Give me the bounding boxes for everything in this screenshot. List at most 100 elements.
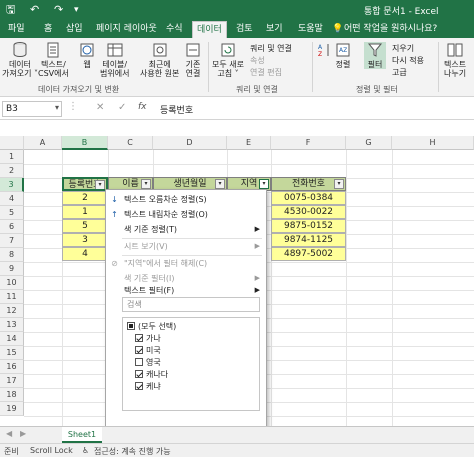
scroll-left-icon[interactable]: ◀	[6, 429, 12, 438]
properties-button[interactable]: 속성	[250, 56, 265, 66]
header-cell-registration-no[interactable]: 등록번호 ▾	[62, 177, 108, 191]
status-accessibility[interactable]: 접근성: 계속 진행 가능	[94, 446, 171, 457]
column-header-g[interactable]: G	[346, 136, 392, 150]
column-header-e[interactable]: E	[227, 136, 271, 150]
sheet-view-item[interactable]: 시트 보기(V) ▶	[106, 239, 266, 254]
data-cell[interactable]: 4	[62, 247, 108, 261]
value-checkbox-canada[interactable]: 캐나다	[135, 369, 168, 380]
reapply-button[interactable]: 다시 적용	[392, 56, 424, 66]
row-header[interactable]: 4	[0, 192, 24, 206]
data-cell[interactable]: 4897-5002	[271, 247, 346, 261]
row-header[interactable]: 5	[0, 206, 24, 220]
chevron-down-icon[interactable]: ▾	[55, 103, 59, 112]
sort-az-button[interactable]: AZ	[316, 42, 334, 60]
value-checkbox-select-all[interactable]: (모두 선택)	[127, 321, 176, 332]
row-header[interactable]: 12	[0, 304, 24, 318]
column-header-a[interactable]: A	[24, 136, 62, 150]
row-header[interactable]: 1	[0, 150, 24, 164]
row-header[interactable]: 17	[0, 374, 24, 388]
from-text-csv-button[interactable]: 텍스트/ CSV에서	[38, 42, 69, 78]
data-cell[interactable]: 5	[62, 219, 108, 233]
from-table-range-button[interactable]: 테이블/ 범위에서	[100, 42, 129, 78]
column-header-b[interactable]: B	[62, 136, 108, 150]
row-header[interactable]: 16	[0, 360, 24, 374]
tab-review[interactable]: 검토	[236, 23, 253, 35]
clear-filter-button[interactable]: 지우기	[392, 44, 414, 54]
filter-dropdown-icon[interactable]: ▾	[215, 179, 225, 189]
refresh-all-button[interactable]: 모두 새로 고침 ˅	[212, 42, 244, 78]
sheet-tab-sheet1[interactable]: Sheet1	[62, 427, 102, 443]
filter-dropdown-icon[interactable]: ▾	[334, 179, 344, 189]
customize-icon[interactable]: ▾	[74, 3, 79, 17]
from-web-button[interactable]: 웹	[78, 42, 96, 69]
column-header-f[interactable]: F	[271, 136, 346, 150]
globe-icon	[80, 43, 94, 57]
tab-page-layout[interactable]: 페이지 레이아웃	[96, 23, 157, 35]
tell-me-search[interactable]: 어떤 작업을 원하시나요?	[344, 23, 437, 35]
row-header[interactable]: 14	[0, 332, 24, 346]
scroll-right-icon[interactable]: ▶	[20, 429, 26, 438]
row-header[interactable]: 2	[0, 164, 24, 178]
sort-by-color-item[interactable]: 색 기준 정렬(T) ▶	[106, 222, 266, 237]
row-header[interactable]: 3	[0, 178, 24, 192]
undo-icon[interactable]: ↶	[30, 3, 39, 17]
clear-filter-item[interactable]: ⊘ "지역"에서 필터 해제(C)	[106, 256, 266, 271]
tab-formulas[interactable]: 수식	[166, 23, 183, 35]
existing-connections-button[interactable]: 기존 연결	[184, 42, 202, 78]
row-header[interactable]: 13	[0, 318, 24, 332]
queries-connections-button[interactable]: 쿼리 및 연결	[250, 44, 292, 54]
sort-descending-item[interactable]: ↑ 텍스트 내림차순 정렬(O)	[106, 207, 266, 222]
name-box[interactable]: B3 ▾	[2, 101, 62, 117]
advanced-filter-button[interactable]: 고급	[392, 68, 407, 78]
row-header[interactable]: 9	[0, 262, 24, 276]
filter-button[interactable]: 필터	[364, 42, 386, 69]
row-header[interactable]: 10	[0, 276, 24, 290]
formula-content[interactable]: 등록번호	[160, 103, 193, 116]
row-header[interactable]: 8	[0, 248, 24, 262]
select-all-corner[interactable]	[0, 136, 24, 150]
edit-links-button[interactable]: 연결 편집	[250, 68, 282, 78]
row-header[interactable]: 18	[0, 388, 24, 402]
data-cell[interactable]: 1	[62, 205, 108, 219]
data-cell[interactable]: 9874-1125	[271, 233, 346, 247]
data-cell[interactable]: 9875-0152	[271, 219, 346, 233]
data-cell[interactable]: 2	[62, 191, 108, 205]
filter-dropdown-icon[interactable]: ▾	[141, 179, 151, 189]
value-checkbox-uk[interactable]: 영국	[135, 357, 161, 368]
row-header[interactable]: 19	[0, 402, 24, 416]
row-header[interactable]: 7	[0, 234, 24, 248]
row-header[interactable]: 15	[0, 346, 24, 360]
tab-insert[interactable]: 삽입	[66, 23, 83, 35]
sort-ascending-item[interactable]: ↓ 텍스트 오름차순 정렬(S)	[106, 192, 266, 207]
tab-data[interactable]: 데이터	[192, 21, 227, 38]
value-checkbox-kenya[interactable]: 케냐	[135, 381, 161, 392]
filter-dropdown-icon[interactable]: ▾	[95, 180, 105, 189]
enter-icon[interactable]: ✓	[118, 102, 126, 113]
tab-view[interactable]: 보기	[266, 23, 283, 35]
redo-icon[interactable]: ↷	[54, 3, 63, 17]
column-header-c[interactable]: C	[108, 136, 153, 150]
header-cell-phone[interactable]: 전화번호 ▾	[271, 177, 346, 191]
filter-search-input[interactable]: 검색	[122, 297, 260, 312]
data-cell[interactable]: 3	[62, 233, 108, 247]
recent-sources-button[interactable]: 최근에 사용한 원본	[140, 42, 179, 78]
text-to-columns-button[interactable]: 텍스트 나누기	[444, 42, 466, 78]
tab-help[interactable]: 도움말	[298, 23, 323, 35]
row-header[interactable]: 11	[0, 290, 24, 304]
get-data-button[interactable]: 데이터 가져오기 ˅	[2, 42, 38, 78]
filter-active-icon[interactable]: ▾	[259, 179, 269, 189]
cancel-icon[interactable]: ✕	[96, 102, 104, 113]
data-cell[interactable]: 4530-0022	[271, 205, 346, 219]
tab-home[interactable]: 홈	[44, 23, 52, 35]
tab-file[interactable]: 파일	[8, 23, 25, 35]
data-cell[interactable]: 0075-0384	[271, 191, 346, 205]
text-filters-item[interactable]: 텍스트 필터(F) ▶	[106, 283, 266, 298]
column-header-h[interactable]: H	[392, 136, 474, 150]
value-checkbox-ghana[interactable]: 가나	[135, 333, 161, 344]
column-header-d[interactable]: D	[153, 136, 227, 150]
sort-button[interactable]: AZ 정렬	[334, 42, 352, 69]
row-header[interactable]: 6	[0, 220, 24, 234]
function-icon[interactable]: fx	[138, 102, 147, 112]
save-icon[interactable]: 🖫	[6, 3, 15, 17]
value-checkbox-usa[interactable]: 미국	[135, 345, 161, 356]
